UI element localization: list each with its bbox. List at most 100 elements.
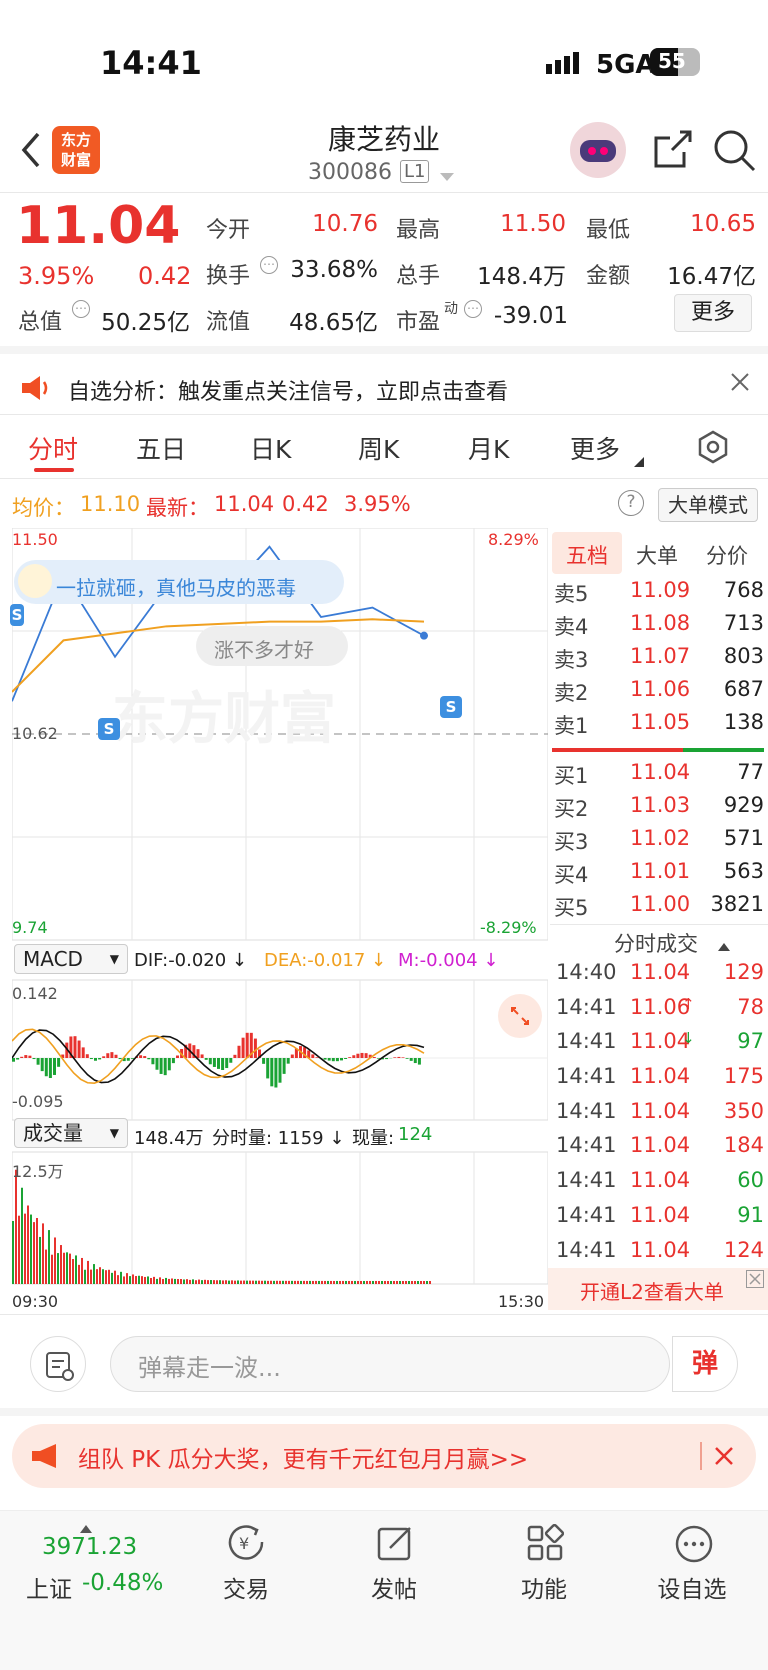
volume-bar <box>30 1214 32 1284</box>
svg-text:¥: ¥ <box>239 1534 249 1553</box>
nav-post[interactable]: 发帖 <box>334 1570 454 1604</box>
volume-bar <box>45 1249 47 1284</box>
macd-bar <box>221 1058 225 1071</box>
volume-bar <box>99 1267 101 1284</box>
index-value[interactable]: 3971.23 <box>42 1534 137 1560</box>
volume-bar <box>123 1276 125 1284</box>
chevron-down-icon[interactable] <box>440 168 454 187</box>
pe-label: 市盈 <box>396 310 441 335</box>
macd-top-label: 0.142 <box>12 984 58 1003</box>
volume-bar <box>27 1205 29 1284</box>
volume-bar <box>393 1280 395 1284</box>
nav-watchlist[interactable]: 设自选 <box>632 1570 752 1604</box>
macd-bar <box>167 1058 171 1071</box>
volume-bar <box>213 1280 215 1284</box>
bid-row: 买3 11.02 571 <box>554 826 764 854</box>
volume-bar <box>225 1280 227 1284</box>
volume-bar <box>141 1276 143 1284</box>
macd-bar <box>409 1058 413 1061</box>
macd-bar <box>171 1058 175 1064</box>
tab-five-day[interactable]: 五日 <box>136 430 186 466</box>
macd-bar <box>245 1032 249 1058</box>
close-icon[interactable] <box>714 1446 734 1470</box>
volume-bar <box>372 1280 374 1284</box>
stock-code: 300086 <box>308 160 392 185</box>
notice-divider <box>0 414 768 415</box>
sell-marker-icon[interactable]: S <box>98 718 120 740</box>
volume-bar <box>135 1276 137 1284</box>
vol-fenshi: 分时量: 1159 ↓ <box>212 1128 345 1149</box>
l2-upgrade-text[interactable]: 开通L2查看大单 <box>580 1276 724 1305</box>
volume-bar <box>384 1280 386 1284</box>
bid-row: 买5 11.00 3821 <box>554 892 764 920</box>
volume-bar <box>15 1169 17 1284</box>
volume-bar <box>426 1280 428 1284</box>
tab-week-k[interactable]: 周K <box>358 430 399 466</box>
index-name[interactable]: 上证 <box>26 1570 72 1604</box>
info-icon[interactable]: ⋯ <box>464 300 482 318</box>
close-icon[interactable] <box>746 1270 764 1288</box>
trade-icon[interactable]: ¥ <box>226 1524 268 1566</box>
bid-row: 买2 11.03 929 <box>554 793 764 821</box>
post-icon[interactable] <box>376 1524 416 1566</box>
macd-bar <box>81 1047 85 1058</box>
notice-text[interactable]: 自选分析：触发重点关注信号，立即点击查看 <box>68 374 508 406</box>
m-value: M:-0.004 ↓ <box>398 950 499 971</box>
danmu-list-icon[interactable] <box>30 1336 86 1392</box>
volume-bar <box>96 1269 98 1284</box>
close-icon[interactable] <box>730 372 750 396</box>
macd-bar <box>130 1058 134 1059</box>
volume-selector[interactable]: 成交量 ▼ <box>14 1118 128 1148</box>
index-pct[interactable]: -0.48% <box>82 1570 163 1596</box>
tab-day-k[interactable]: 日K <box>250 430 291 466</box>
volume-bar <box>291 1280 293 1284</box>
volume-bar <box>336 1280 338 1284</box>
share-icon[interactable] <box>650 128 694 176</box>
expand-icon[interactable] <box>498 994 542 1038</box>
search-icon[interactable] <box>712 128 756 176</box>
sell-marker-icon[interactable]: S <box>440 696 462 718</box>
high-label: 最高 <box>396 218 441 243</box>
volume-bar <box>219 1280 221 1284</box>
robot-avatar-icon[interactable] <box>570 122 626 178</box>
tab-fenshi[interactable]: 分时 <box>28 430 78 466</box>
nav-function[interactable]: 功能 <box>484 1570 604 1604</box>
tab-price-distribution[interactable]: 分价 <box>706 540 748 570</box>
caret-icon <box>634 452 644 471</box>
trades-list: 14:40 11.04 129 14:41 11.06 ↑ 78 14:41 11.04 ↓ 97 1… <box>556 960 764 1272</box>
tab-month-k[interactable]: 月K <box>468 430 509 466</box>
nav-trade[interactable]: 交易 <box>186 1570 306 1604</box>
trades-title[interactable]: 分时成交 <box>614 928 698 958</box>
info-icon[interactable]: ⋯ <box>72 300 90 318</box>
more-button[interactable]: 更多 <box>674 294 752 332</box>
macd-selector[interactable]: MACD ▼ <box>14 944 128 974</box>
gear-icon[interactable] <box>696 430 730 468</box>
level-badge[interactable]: L1 <box>400 160 430 183</box>
volume-bar <box>102 1269 104 1284</box>
function-icon[interactable] <box>526 1523 565 1566</box>
macd-bar <box>44 1058 48 1077</box>
volume-bar <box>417 1280 419 1284</box>
trades-divider <box>550 924 768 925</box>
info-icon[interactable]: ⋯ <box>260 256 278 274</box>
promo-text[interactable]: 组队 PK 瓜分大奖，更有千元红包月月赢>> <box>78 1440 528 1474</box>
open-label: 今开 <box>206 218 251 243</box>
tab-big-orders[interactable]: 大单 <box>636 540 678 570</box>
macd-bar <box>385 1058 389 1060</box>
macd-bar <box>85 1054 89 1058</box>
volume-bar <box>12 1221 14 1284</box>
macd-bar <box>282 1058 286 1074</box>
sell-marker-icon[interactable]: S <box>10 604 24 626</box>
bid-row: 买1 11.04 77 <box>554 760 764 788</box>
volume-bar <box>93 1264 95 1284</box>
help-icon[interactable]: ? <box>618 490 644 516</box>
big-order-mode-button[interactable]: 大单模式 <box>658 488 758 522</box>
volume-bar <box>381 1280 383 1284</box>
volume-bar <box>282 1280 284 1284</box>
tab-more[interactable]: 更多 <box>570 430 620 466</box>
volume-bar <box>414 1280 416 1284</box>
volume-bar <box>171 1278 173 1284</box>
watchlist-icon[interactable] <box>674 1524 714 1568</box>
tab-five-levels[interactable]: 五档 <box>566 540 608 570</box>
danmu-send-button[interactable]: 弹 <box>672 1336 738 1392</box>
